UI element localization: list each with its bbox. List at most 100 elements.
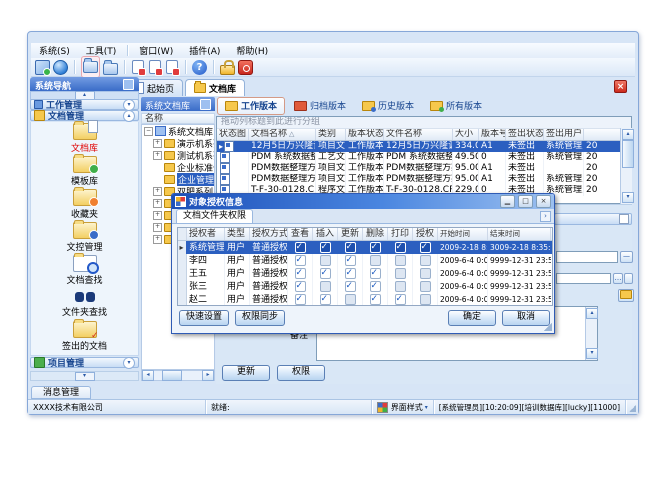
insert-checkbox[interactable] <box>320 268 331 279</box>
tree-item[interactable]: + 演示机系列 <box>142 137 214 149</box>
update-checkbox[interactable] <box>345 281 356 292</box>
authorize-checkbox[interactable] <box>420 268 431 279</box>
close-button[interactable]: × <box>536 195 551 208</box>
update-checkbox[interactable] <box>345 268 356 279</box>
properties-panel-header[interactable] <box>554 213 632 225</box>
message-management-tab[interactable]: 消息管理 <box>31 386 91 399</box>
lock-icon[interactable] <box>220 65 235 75</box>
field-clear-button[interactable]: — <box>620 251 633 263</box>
scrollbar-thumb[interactable] <box>622 140 634 168</box>
view-checkbox[interactable] <box>295 268 306 279</box>
tab-scroll-right-icon[interactable]: › <box>540 211 551 222</box>
print-checkbox[interactable] <box>395 242 406 253</box>
scroll-up-icon[interactable]: ▴ <box>586 308 598 319</box>
tree-item[interactable]: + 测试机系列 <box>142 149 214 161</box>
delete-checkbox[interactable] <box>370 255 381 266</box>
update-checkbox[interactable] <box>345 242 356 253</box>
tree-root[interactable]: − 系统文档库 <box>142 125 214 137</box>
view-checkbox[interactable] <box>295 281 306 292</box>
remark-scrollbar[interactable]: ▴ ▾ <box>585 307 597 360</box>
grid-vertical-scrollbar[interactable]: ▴ ▾ <box>620 128 632 204</box>
menu-system[interactable]: 系统(S) <box>31 44 78 57</box>
permission-row[interactable]: ▸ 系统管理员 用户 普通授权 2009-2-18 8:35:57 3009-2… <box>178 241 552 254</box>
col-grantee[interactable]: 授权者 <box>187 228 225 240</box>
insert-checkbox[interactable] <box>320 281 331 292</box>
col-end-time[interactable]: 结束时间 <box>488 228 551 240</box>
print-checkbox[interactable] <box>395 255 406 266</box>
pin-icon[interactable] <box>200 99 211 110</box>
scroll-up-icon[interactable]: ▴ <box>622 129 634 140</box>
property-field-2[interactable] <box>556 273 611 284</box>
cancel-button[interactable]: 取消 <box>502 310 550 326</box>
permission-row[interactable]: 赵二 用户 普通授权 2009-6-4 0:00:00 9999-12-31 2… <box>178 293 552 306</box>
chevron-up-icon[interactable]: ▴ <box>123 110 135 122</box>
insert-checkbox[interactable] <box>320 242 331 253</box>
document-row[interactable]: PDM数据整理方案2.doc 项目文档 工作版本 PDM数据整理方案2.doc … <box>217 174 631 185</box>
computer-sync-icon[interactable] <box>35 60 50 75</box>
quick-setup-button[interactable]: 快速设置 <box>179 310 229 326</box>
ellipsis-button[interactable]: … <box>613 273 623 284</box>
delete-checkbox[interactable] <box>370 281 381 292</box>
expand-icon[interactable]: + <box>153 187 162 196</box>
sidebar-nav-item[interactable]: 文档库 <box>31 122 138 155</box>
scroll-down-icon[interactable]: ▾ <box>586 348 598 359</box>
col-authorize[interactable]: 授权 <box>413 228 438 240</box>
col-checkout-status[interactable]: 签出状态 <box>506 129 544 140</box>
insert-checkbox[interactable] <box>320 255 331 266</box>
sidebar-more-bar[interactable]: ▾ <box>30 371 139 381</box>
version-tab[interactable]: 所有版本 <box>423 98 489 114</box>
authorize-checkbox[interactable] <box>420 255 431 266</box>
update-button[interactable]: 更新 <box>222 365 270 381</box>
permission-sync-button[interactable]: 权限同步 <box>235 310 285 326</box>
collapse-icon[interactable]: − <box>144 127 153 136</box>
sidebar-nav-item[interactable]: 文控管理 <box>31 221 138 254</box>
permission-row[interactable]: 张三 用户 普通授权 2009-6-4 0:00:00 9999-12-31 2… <box>178 280 552 293</box>
sidebar-group-work[interactable]: 工作管理 ▾ <box>30 99 139 110</box>
sidebar-nav-item[interactable]: 签出的文档 <box>31 320 138 353</box>
col-mode[interactable]: 授权方式 <box>250 228 288 240</box>
expand-icon[interactable]: + <box>153 211 162 220</box>
document-row[interactable]: PDM数据整理方案.doc 项目文档 工作版本 PDM数据整理方案.doc 95… <box>217 163 631 174</box>
insert-checkbox[interactable] <box>320 294 331 305</box>
col-doc-name[interactable]: 文档名称△ <box>249 129 316 140</box>
col-insert[interactable]: 插入 <box>313 228 338 240</box>
scroll-down-icon[interactable]: ▾ <box>622 192 634 203</box>
version-tab[interactable]: 工作版本 <box>217 97 285 115</box>
tree-horizontal-scrollbar[interactable]: ◂ ▸ <box>141 370 215 381</box>
scrollbar-thumb[interactable] <box>162 370 182 381</box>
scroll-right-icon[interactable]: ▸ <box>202 370 214 381</box>
property-field-1[interactable] <box>556 251 618 263</box>
sidebar-nav-item[interactable]: 收藏夹 <box>31 188 138 221</box>
sidebar-group-document[interactable]: 文档管理 ▴ <box>30 110 139 121</box>
delete-checkbox[interactable] <box>370 294 381 305</box>
logout-icon[interactable] <box>238 60 253 75</box>
permission-row[interactable]: 王五 用户 普通授权 2009-6-4 0:00:00 9999-12-31 2… <box>178 267 552 280</box>
version-tab[interactable]: 归档版本 <box>287 98 353 114</box>
doc-receive-icon[interactable] <box>149 60 161 74</box>
expand-icon[interactable]: + <box>153 139 162 148</box>
col-version-no[interactable]: 版本号 <box>479 129 506 140</box>
print-checkbox[interactable] <box>395 281 406 292</box>
col-start-time[interactable]: 开始时间 <box>438 228 488 240</box>
minimize-button[interactable]: ▁ <box>500 195 515 208</box>
view-checkbox[interactable] <box>295 255 306 266</box>
permission-row[interactable]: 李四 用户 普通授权 2009-6-4 0:00:00 9999-12-31 2… <box>178 254 552 267</box>
dialog-title-bar[interactable]: 对象授权信息 ▁ □ × <box>172 194 554 209</box>
sidebar-nav-item[interactable]: 模板库 <box>31 155 138 188</box>
folder-view-icon[interactable] <box>103 63 118 75</box>
help-icon[interactable]: ? <box>192 60 207 75</box>
doc-send-icon[interactable] <box>132 60 144 74</box>
doc-refresh-icon[interactable] <box>166 60 178 74</box>
update-checkbox[interactable] <box>345 294 356 305</box>
maximize-button[interactable]: □ <box>518 195 533 208</box>
delete-checkbox[interactable] <box>370 242 381 253</box>
authorize-checkbox[interactable] <box>420 242 431 253</box>
col-print[interactable]: 打印 <box>388 228 413 240</box>
col-category[interactable]: 类别 <box>316 129 346 140</box>
print-checkbox[interactable] <box>395 268 406 279</box>
authorize-checkbox[interactable] <box>420 281 431 292</box>
col-status-icon[interactable]: 状态图 <box>217 129 249 140</box>
expand-icon[interactable]: + <box>153 151 162 160</box>
print-checkbox[interactable] <box>395 294 406 305</box>
expand-icon[interactable]: + <box>153 223 162 232</box>
